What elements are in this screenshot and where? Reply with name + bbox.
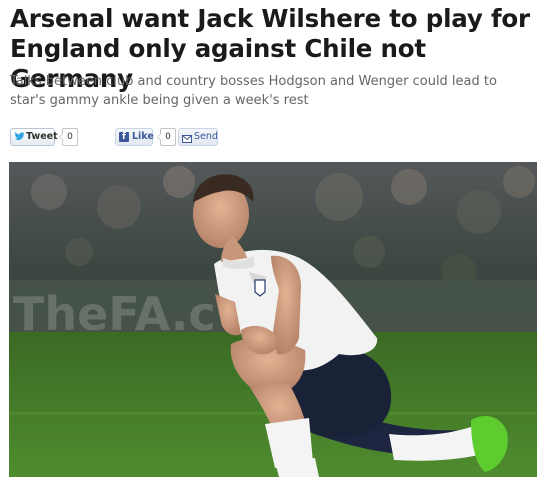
envelope-icon — [182, 133, 192, 149]
tweet-count: 0 — [59, 128, 78, 146]
like-label: Like — [132, 131, 154, 142]
send-label: Send — [194, 131, 218, 142]
facebook-send-button[interactable]: Send — [178, 128, 218, 146]
tweet-button[interactable]: Tweet — [10, 128, 58, 148]
tweet-label: Tweet — [26, 131, 58, 142]
facebook-like-button[interactable]: f Like — [115, 128, 154, 146]
standfirst: Talks between club and country bosses Ho… — [10, 74, 497, 108]
like-count: 0 — [157, 128, 176, 146]
article: Arsenal want Jack Wilshere to play for E… — [0, 0, 540, 477]
article-photo: TheFA.c — [9, 162, 537, 477]
share-bar: Tweet 0 f Like 0 Send — [10, 128, 535, 146]
facebook-f-icon: f — [119, 132, 129, 142]
twitter-bird-icon — [14, 132, 25, 148]
photo-illustration: TheFA.c — [9, 162, 537, 477]
